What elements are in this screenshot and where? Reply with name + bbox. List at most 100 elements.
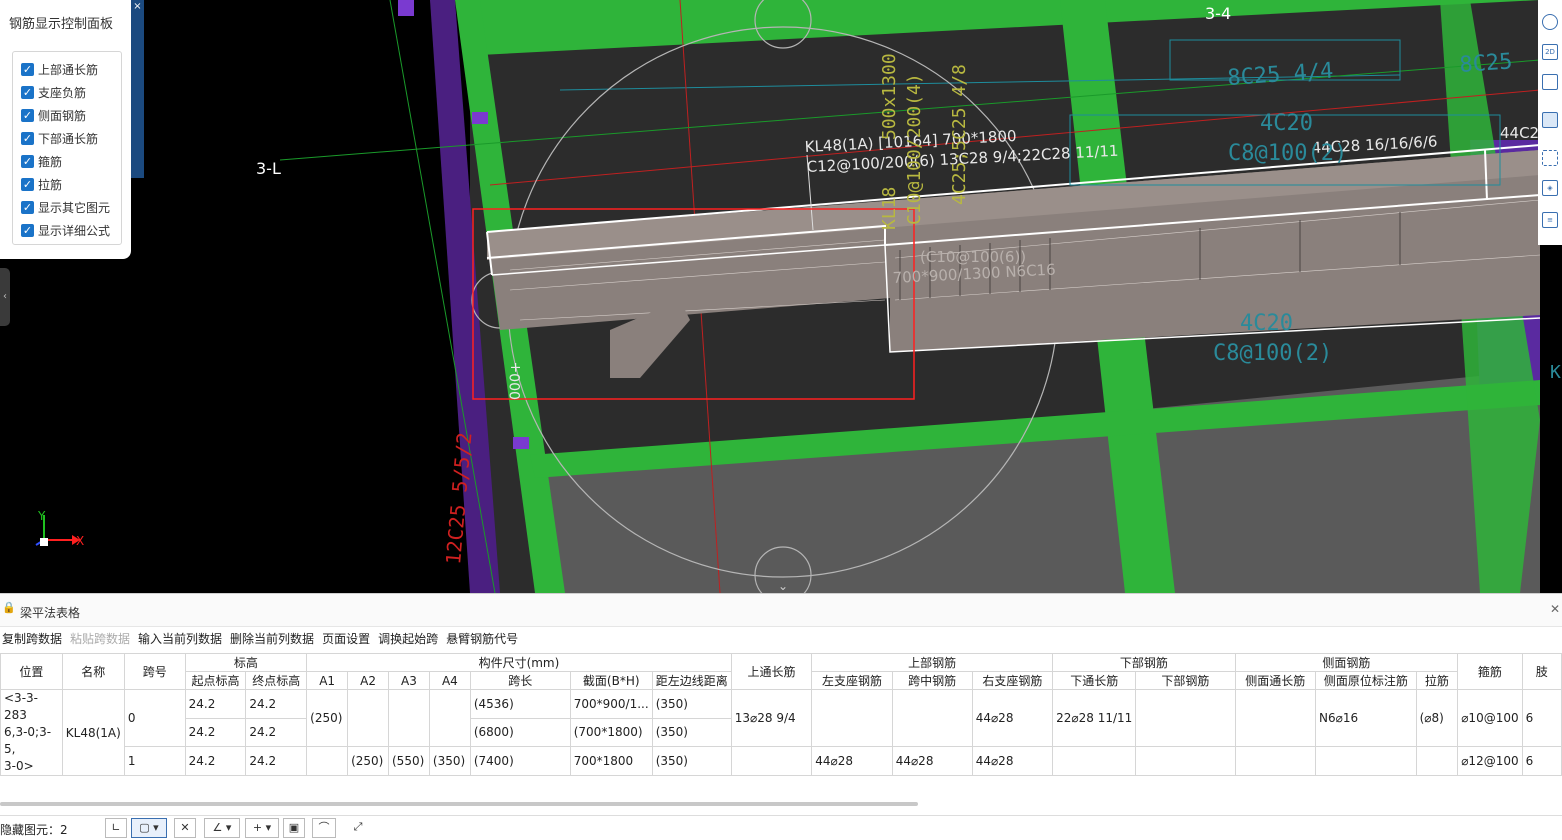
cell-section[interactable]: 700*900/1... [569, 689, 653, 719]
angle-icon[interactable]: ∠ ▾ [204, 818, 240, 838]
cube-view-icon[interactable] [1542, 112, 1558, 128]
option-support-negative[interactable]: ✓ 支座负筋 [21, 83, 86, 101]
col-span-length[interactable]: 跨长 [469, 671, 571, 690]
option-top-continuous[interactable]: ✓ 上部通长筋 [21, 60, 98, 78]
checkbox-icon[interactable]: ✓ [21, 62, 34, 76]
checkbox-icon[interactable]: ✓ [21, 85, 34, 99]
box-view-icon[interactable] [1542, 74, 1558, 90]
cell-elev-start[interactable]: 24.2 [184, 689, 247, 719]
option-side-rebar[interactable]: ✓ 侧面钢筋 [21, 106, 86, 124]
option-stirrup[interactable]: ✓ 箍筋 [21, 152, 62, 170]
col-a4[interactable]: A4 [428, 671, 471, 690]
cell-side-original[interactable]: N6⌀16 [1315, 688, 1417, 748]
cell-edge-distance[interactable]: (350) [651, 689, 732, 719]
col-left-support[interactable]: 左支座钢筋 [811, 671, 893, 690]
cell-bottom-bar[interactable] [1135, 746, 1236, 776]
col-bottom-continuous[interactable]: 下通长筋 [1052, 671, 1137, 690]
col-a2[interactable]: A2 [347, 671, 389, 690]
cell-bottom-continuous[interactable] [1052, 746, 1137, 776]
cell-span-length[interactable]: (7400) [469, 746, 571, 776]
cell-left-support[interactable]: 44⌀28 [811, 746, 893, 776]
checkbox-icon[interactable]: ✓ [21, 154, 34, 168]
cell-top-continuous[interactable]: 13⌀28 9/4 [730, 688, 813, 748]
checkbox-icon[interactable]: ✓ [21, 223, 34, 237]
col-side-original[interactable]: 侧面原位标注筋 [1315, 671, 1417, 690]
delete-column-button[interactable]: 删除当前列数据 [228, 629, 320, 649]
col-top-continuous[interactable]: 上通长筋 [730, 653, 813, 690]
cell-bottom-bar[interactable] [1135, 688, 1236, 748]
cell-limbs[interactable]: 6 [1521, 688, 1562, 748]
cell-limbs[interactable]: 6 [1521, 746, 1562, 776]
fit-view-icon[interactable] [1542, 150, 1558, 166]
cell-left-support[interactable] [811, 688, 893, 748]
cell-stirrup[interactable]: ⌀10@100 [1457, 688, 1523, 748]
cell-mid-span[interactable]: 44⌀28 [891, 746, 973, 776]
cell-span-length[interactable]: (4536) [469, 689, 571, 719]
option-show-other[interactable]: ✓ 显示其它图元 [21, 198, 110, 216]
cell-a3[interactable] [388, 688, 430, 748]
cell-a1[interactable]: (250) [306, 688, 349, 748]
layer-icon[interactable]: ▣ [283, 818, 305, 838]
col-a3[interactable]: A3 [388, 671, 430, 690]
arc-icon[interactable]: ⌒ [312, 818, 336, 838]
col-elev-end[interactable]: 终点标高 [245, 671, 308, 690]
scene-canvas[interactable]: KL48(1A) [10164] 700*1800 C12@100/200(6)… [0, 0, 1562, 593]
cell-a4[interactable] [428, 688, 471, 748]
col-bottom-bar[interactable]: 下部钢筋 [1135, 671, 1236, 690]
input-column-button[interactable]: 输入当前列数据 [136, 629, 228, 649]
cell-a2[interactable]: (250) [347, 746, 389, 776]
cell-elev-end[interactable]: 24.2 [245, 689, 308, 719]
cantilever-code-button[interactable]: 悬臂钢筋代号 [444, 629, 524, 649]
cell-section[interactable]: (700*1800) [569, 717, 653, 748]
cell-span[interactable]: 1 [123, 746, 186, 776]
cell-tie[interactable] [1415, 746, 1459, 776]
cell-elev-end[interactable]: 24.2 [245, 746, 308, 776]
cell-section[interactable]: 700*1800 [569, 746, 653, 776]
cell-a4[interactable]: (350) [428, 746, 471, 776]
orbit-icon[interactable] [1542, 14, 1558, 30]
checkbox-icon[interactable]: ✓ [21, 131, 34, 145]
swap-start-span-button[interactable]: 调换起始跨 [376, 629, 444, 649]
checkbox-icon[interactable]: ✓ [21, 177, 34, 191]
cell-span-length[interactable]: (6800) [469, 717, 571, 748]
copy-span-button[interactable]: 复制跨数据 [0, 629, 68, 649]
cell-mid-span[interactable] [891, 688, 973, 748]
cell-a1[interactable] [306, 746, 349, 776]
cell-tie[interactable]: (⌀8) [1415, 688, 1459, 748]
col-name[interactable]: 名称 [61, 653, 125, 690]
cell-right-support[interactable]: 44⌀28 [971, 746, 1054, 776]
3d-box-icon[interactable]: ◈ [1542, 180, 1558, 196]
col-edge-distance[interactable]: 距左边线距离 [651, 671, 732, 690]
close-icon[interactable]: × [131, 0, 144, 14]
cell-name[interactable]: KL48(1A) [61, 689, 125, 776]
col-span-no[interactable]: 跨号 [123, 653, 186, 690]
option-show-formula[interactable]: ✓ 显示详细公式 [21, 221, 110, 239]
option-tie[interactable]: ✓ 拉筋 [21, 175, 62, 193]
cell-elev-start[interactable]: 24.2 [184, 717, 247, 748]
checkbox-icon[interactable]: ✓ [21, 200, 34, 214]
option-bottom-continuous[interactable]: ✓ 下部通长筋 [21, 129, 98, 147]
lock-icon[interactable]: 🔒 [2, 601, 16, 614]
checkbox-icon[interactable]: ✓ [21, 108, 34, 122]
col-limbs[interactable]: 肢 [1521, 653, 1562, 690]
cell-bottom-continuous[interactable]: 22⌀28 11/11 [1052, 688, 1137, 748]
col-right-support[interactable]: 右支座钢筋 [971, 671, 1054, 690]
cross-icon[interactable]: ✕ [174, 818, 196, 838]
page-setup-button[interactable]: 页面设置 [320, 629, 376, 649]
col-position[interactable]: 位置 [0, 653, 63, 690]
cell-a3[interactable]: (550) [388, 746, 430, 776]
snap-icon[interactable]: + ▾ [245, 818, 279, 838]
3d-viewport[interactable]: KL48(1A) [10164] 700*1800 C12@100/200(6)… [0, 0, 1562, 593]
cell-edge-distance[interactable]: (350) [651, 717, 732, 748]
cell-side-continuous[interactable] [1234, 688, 1317, 748]
collapse-tab[interactable]: ‹ [0, 268, 10, 326]
col-side-continuous[interactable]: 侧面通长筋 [1234, 671, 1317, 690]
col-tie[interactable]: 拉筋 [1415, 671, 1459, 690]
cell-span[interactable]: 0 [123, 688, 186, 748]
cell-elev-end[interactable]: 24.2 [245, 717, 308, 748]
ortho-icon[interactable]: ∟ [105, 818, 127, 838]
cell-side-original[interactable] [1315, 746, 1417, 776]
formula-icon[interactable]: ≡ [1542, 212, 1558, 228]
col-section[interactable]: 截面(B*H) [569, 671, 653, 690]
horizontal-scrollbar[interactable] [0, 802, 918, 806]
